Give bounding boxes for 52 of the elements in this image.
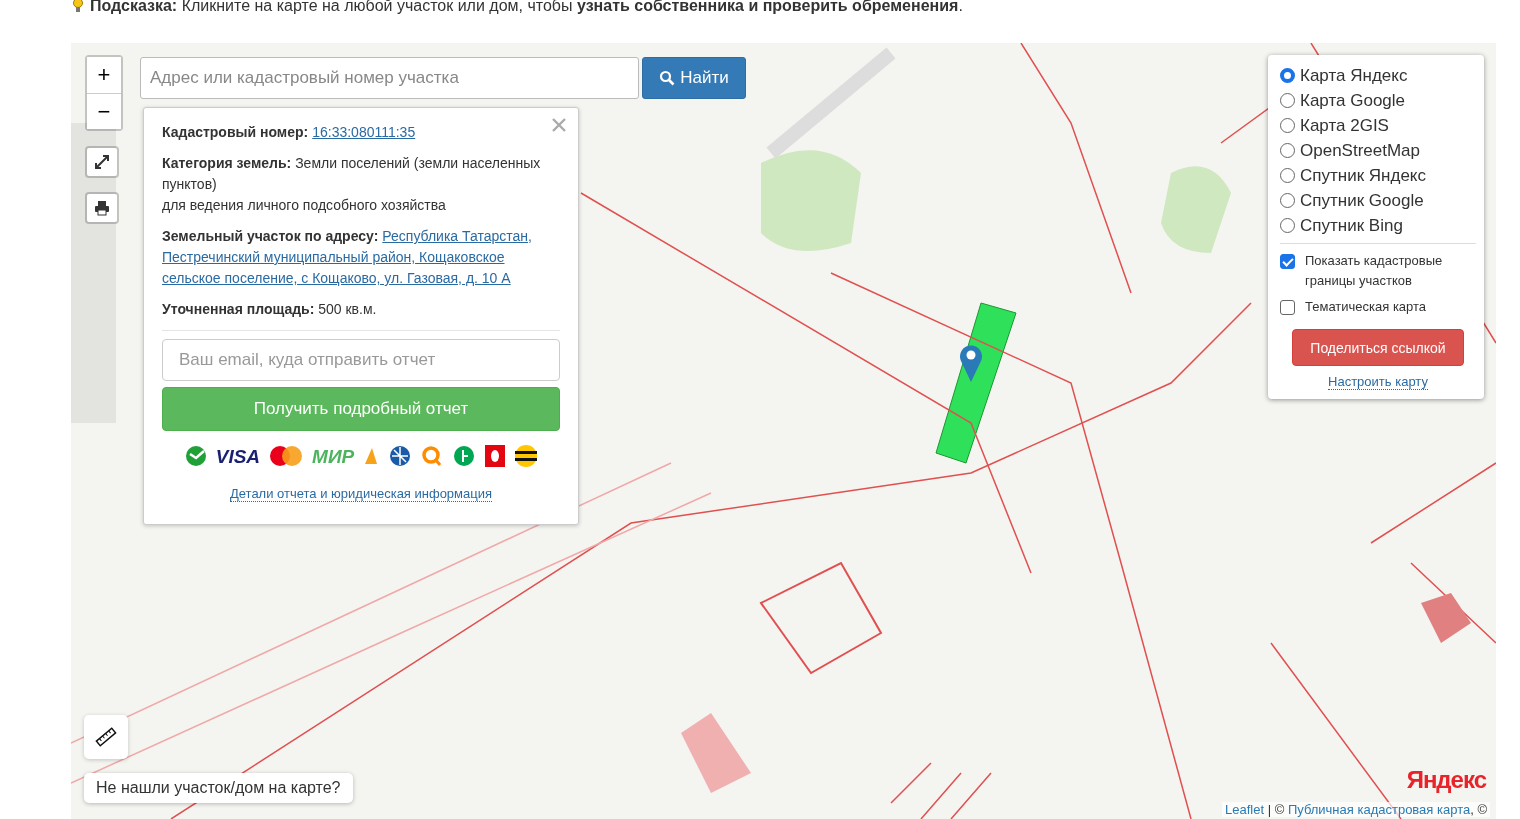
map-logo: Яндекс — [1406, 766, 1486, 794]
fullscreen-icon — [93, 153, 111, 171]
striped-circle-icon — [514, 444, 539, 468]
map-layer-option[interactable]: Спутник Яндекс — [1280, 163, 1476, 188]
layer-radio[interactable] — [1280, 143, 1295, 158]
overlay-label: Тематическая карта — [1305, 298, 1427, 316]
attribution-text: , © — [1470, 802, 1487, 817]
search-icon — [659, 70, 676, 86]
layer-radio[interactable] — [1280, 168, 1295, 183]
egg-icon — [484, 444, 507, 468]
map-layer-option[interactable]: Спутник Bing — [1280, 213, 1476, 238]
layer-radio[interactable] — [1280, 118, 1295, 133]
details-link[interactable]: Детали отчета и юридическая информация — [229, 486, 493, 502]
print-button[interactable] — [85, 192, 119, 224]
not-found-tooltip[interactable]: Не нашли участок/дом на карте? — [84, 773, 353, 803]
close-icon[interactable] — [550, 116, 568, 134]
payment-logo: МИР — [312, 445, 355, 467]
printer-icon — [93, 199, 111, 217]
parcel-info-row-text: Кадастровый номер: 16:33:080111:35 — [162, 123, 417, 142]
parcel-info-row-text: Уточненная площадь: 500 кв.м. — [162, 300, 378, 319]
lightbulb-icon — [72, 0, 84, 14]
overlay-checkbox[interactable] — [1280, 300, 1295, 315]
parcel-info-row-text: Земельный участок по адресу: Республика Татарстан, Пестречинский муниципальный район, Кощаковское сельское поселение, с Кощаково, ул. Газовая, д. 10 А — [162, 227, 533, 288]
overlay-label: Показать кадастровые границы участков — [1305, 252, 1444, 290]
map-layer-option[interactable]: OpenStreetMap — [1280, 138, 1476, 163]
leaflet-link[interactable]: Leaflet — [1225, 802, 1265, 817]
search-field[interactable]: Адрес или кадастровый номер участка — [140, 57, 639, 99]
payment-logo: VISA — [215, 445, 261, 467]
map-layer-option[interactable]: Карта Яндекс — [1280, 63, 1476, 88]
settings-link[interactable]: Настроить карту — [1328, 374, 1428, 390]
layer-radio[interactable] — [1280, 218, 1295, 233]
layer-radio[interactable] — [1280, 68, 1295, 83]
zoom-out-button[interactable]: − — [87, 93, 121, 129]
layer-radio[interactable] — [1280, 193, 1295, 208]
parcel-info-row-text: Категория земель: Земли поселений (земли населенных пунктов) для ведения личного подсобного хозяйства — [162, 154, 542, 215]
overlapping-circles-icon — [268, 444, 305, 468]
checkmark-circle-icon — [183, 444, 208, 468]
hint-text: Подсказка: Кликните на карте на любой участок или дом, чтобы узнать собственника и проверить обременения. — [90, 0, 963, 15]
map-layer-option[interactable]: Спутник Google — [1280, 188, 1476, 213]
globe-icon — [388, 444, 413, 468]
overlay-checkbox[interactable] — [1280, 254, 1295, 269]
ruler-button[interactable] — [84, 715, 128, 759]
email-field[interactable]: Ваш email, куда отправить отчет — [162, 339, 560, 381]
search-button[interactable]: Найти — [642, 57, 746, 99]
share-button[interactable]: Поделиться ссылкой — [1292, 329, 1464, 366]
map-marker-icon — [959, 343, 983, 383]
attribution-text: | © — [1266, 802, 1286, 817]
fullscreen-button[interactable] — [85, 146, 119, 178]
map-layer-option[interactable]: Карта 2GIS — [1280, 113, 1476, 138]
t-circle-icon — [452, 444, 477, 468]
layer-radio[interactable] — [1280, 93, 1295, 108]
map-layer-option[interactable]: Карта Google — [1280, 88, 1476, 113]
